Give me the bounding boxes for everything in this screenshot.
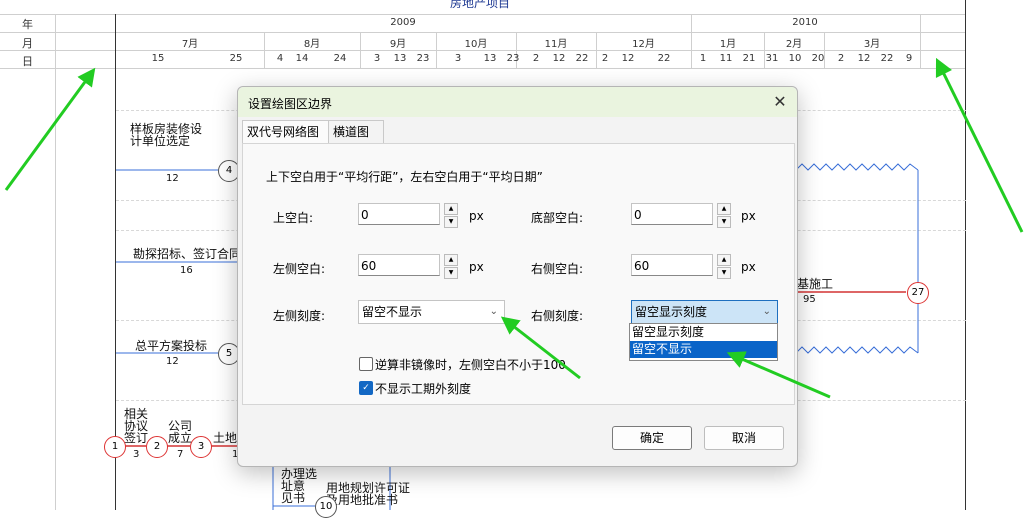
annotation-arrows-front: [500, 316, 831, 399]
